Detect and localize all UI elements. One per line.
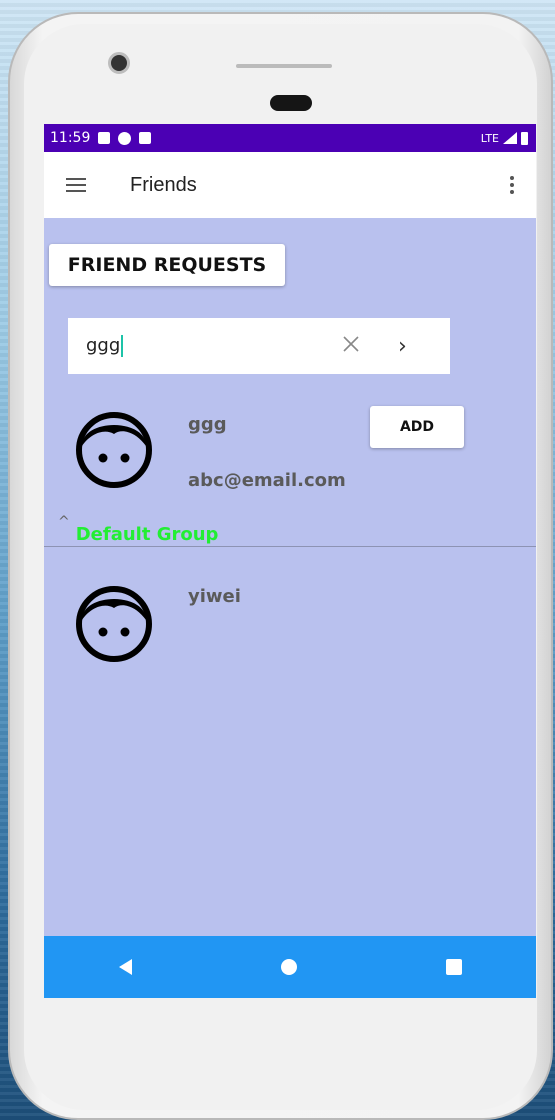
signal-icon: [503, 132, 517, 144]
chevron-right-icon[interactable]: ›: [398, 334, 407, 359]
search-value: ggg: [86, 334, 121, 356]
text-cursor: [121, 335, 124, 358]
page-title: Friends: [130, 173, 197, 196]
back-icon[interactable]: [118, 959, 132, 975]
group-divider: [44, 546, 536, 547]
earpiece: [270, 95, 312, 111]
app-bar: Friends: [44, 152, 536, 218]
notification-icon: [118, 131, 132, 145]
friend-requests-button[interactable]: FRIEND REQUESTS: [49, 244, 285, 286]
system-nav-bar: [44, 936, 536, 998]
chevron-up-icon: ^: [58, 514, 70, 530]
front-camera: [108, 52, 130, 74]
face-icon: [76, 412, 152, 488]
battery-icon: [521, 131, 528, 145]
menu-icon[interactable]: [66, 178, 86, 192]
search-result-email: abc@email.com: [188, 470, 346, 491]
status-time: 11:59: [50, 130, 91, 146]
recent-apps-icon[interactable]: [445, 959, 462, 975]
group-label: Default Group: [75, 524, 219, 545]
app-screen: 11:59 LTE Friends FRIEND REQUESTS ggg › …: [44, 124, 536, 998]
search-result-name: ggg: [188, 414, 227, 435]
group-header[interactable]: ^ Default Group: [58, 514, 219, 545]
clear-icon[interactable]: [340, 333, 362, 355]
status-bar: 11:59 LTE: [44, 124, 536, 152]
add-friend-button[interactable]: ADD: [370, 406, 464, 448]
speaker-grille: [236, 64, 332, 68]
home-icon[interactable]: [280, 959, 297, 975]
status-right: LTE: [480, 131, 528, 145]
search-bar: ggg ›: [68, 318, 450, 374]
more-vert-icon[interactable]: [510, 176, 514, 194]
friend-name[interactable]: yiwei: [188, 586, 241, 607]
sd-card-icon: [139, 132, 152, 144]
search-input[interactable]: ggg: [68, 334, 124, 358]
face-icon: [76, 586, 152, 662]
notification-icon: [98, 132, 111, 144]
network-type: LTE: [480, 131, 499, 145]
